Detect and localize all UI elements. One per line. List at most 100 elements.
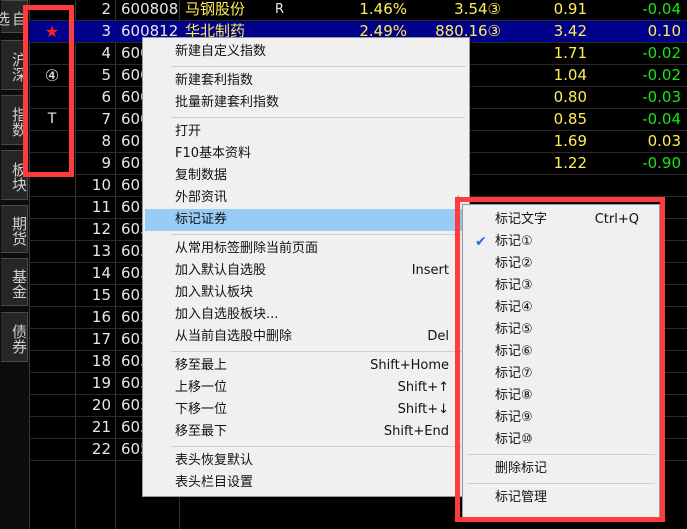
submenu-item[interactable]: 标记⑨ [465, 407, 657, 429]
row-number: 5 [101, 66, 111, 84]
value-cell: 0.91 [553, 0, 587, 18]
menu-item[interactable]: 上移一位 Shift+↑ [145, 377, 467, 399]
menu-item-label: 从常用标签删除当前页面 [175, 241, 319, 256]
tab-0[interactable]: 自选 [0, 0, 28, 33]
menu-item[interactable]: 表头栏目设置 [145, 472, 467, 494]
menu-item[interactable]: 标记证券 › [145, 209, 467, 231]
submenu-item-label: 标记⑤ [495, 322, 533, 337]
submenu-item[interactable]: 标记文字 Ctrl+Q [465, 209, 657, 231]
mark-cell [29, 395, 75, 416]
menu-item[interactable]: 移至最下 Shift+End [145, 421, 467, 443]
menu-item-shortcut: Shift+End [383, 424, 449, 439]
submenu-item[interactable]: 标记管理 [465, 487, 657, 509]
tab-4[interactable]: 期货 [1, 205, 28, 253]
menu-item[interactable]: 新建自定义指数 [145, 41, 467, 63]
row-number: 9 [101, 154, 111, 172]
submenu-item-label: 标记⑦ [495, 366, 533, 381]
menu-item[interactable]: 从常用标签删除当前页面 [145, 238, 467, 260]
tab-2[interactable]: 指数 [1, 95, 28, 145]
row-number: 17 [91, 330, 111, 348]
mark-cell [29, 417, 75, 438]
menu-item-label: 表头恢复默认 [175, 453, 254, 468]
mark-cell [29, 43, 75, 64]
value-cell: 1.69 [553, 132, 587, 150]
value-cell [499, 175, 587, 196]
menu-item-label: 外部资讯 [175, 190, 228, 205]
submenu-item[interactable]: 标记⑦ [465, 363, 657, 385]
menu-item[interactable]: 批量新建套利指数 [145, 92, 467, 114]
row-number: 18 [91, 352, 111, 370]
menu-separator [467, 483, 655, 484]
menu-item-label: 下移一位 [175, 402, 228, 417]
menu-item[interactable]: 加入默认自选股 Insert [145, 260, 467, 282]
submenu-item[interactable]: ✔ 标记① [465, 231, 657, 253]
flag-cell: R [275, 2, 285, 17]
price-cell: 3.54③ [454, 0, 501, 18]
menu-item[interactable]: 加入自选股板块... [145, 304, 467, 326]
menu-item[interactable]: 从当前自选股中删除 Del [145, 326, 467, 348]
menu-item-label: 移至最下 [175, 424, 228, 439]
row-number: 4 [101, 44, 111, 62]
value-cell: 0.80 [553, 88, 587, 106]
mark-cell [29, 131, 75, 152]
submenu-item[interactable]: 标记③ [465, 275, 657, 297]
submenu-item-label: 标记文字 [495, 212, 548, 227]
value-cell: 1.04 [553, 66, 587, 84]
tab-1[interactable]: 沪深 [1, 40, 28, 90]
row-number: 20 [91, 396, 111, 414]
submenu-item-label: 删除标记 [495, 461, 548, 476]
star-mark-icon: ★ [44, 22, 60, 41]
submenu-item[interactable]: 标记⑤ [465, 319, 657, 341]
mark-cell [29, 197, 75, 218]
row-number: 2 [101, 0, 111, 18]
mark-cell [29, 263, 75, 284]
menu-item[interactable]: 移至最上 Shift+Home [145, 355, 467, 377]
context-menu: 新建自定义指数 新建套利指数 批量新建套利指数 打开 F10基本资料复制数据外部资讯 › 标… [142, 37, 470, 497]
menu-item-label: 复制数据 [175, 168, 228, 183]
submenu-item[interactable]: 删除标记 [465, 458, 657, 480]
value-cell: 1.22 [553, 154, 587, 172]
row-number: 3 [101, 22, 111, 40]
submenu-item[interactable]: 标记⑧ [465, 385, 657, 407]
row-number: 13 [91, 242, 111, 260]
menu-item[interactable]: 打开 [145, 121, 467, 143]
row-number: 11 [91, 198, 111, 216]
menu-item[interactable]: 下移一位 Shift+↓ [145, 399, 467, 421]
menu-separator [171, 234, 465, 235]
menu-item[interactable]: 表头恢复默认 [145, 450, 467, 472]
left-tab-bar: 自选沪深 指数 板块期货基金债券 [0, 0, 30, 529]
row-number: 12 [91, 220, 111, 238]
mark-cell [29, 175, 75, 196]
submenu-item-label: 标记② [495, 256, 533, 271]
row-number: 22 [91, 440, 111, 458]
submenu-item[interactable]: 标记④ [465, 297, 657, 319]
table-row[interactable]: 2 600808 马钢股份 R 1.46% 3.54③ 0.91 -0.04 [29, 0, 687, 21]
menu-item-shortcut: Del [427, 329, 449, 344]
change-cell: 0.10 [647, 22, 681, 40]
menu-separator [171, 446, 465, 447]
menu-item[interactable]: 外部资讯 › [145, 187, 467, 209]
tab-3[interactable]: 板块 [1, 150, 28, 200]
submenu-item[interactable]: 标记⑩ [465, 429, 657, 451]
submenu-item-shortcut: Ctrl+Q [594, 212, 639, 227]
submenu-item[interactable]: 标记② [465, 253, 657, 275]
menu-item[interactable]: F10基本资料 [145, 143, 467, 165]
menu-item-label: 加入自选股板块... [175, 307, 279, 322]
menu-item[interactable]: 复制数据 [145, 165, 467, 187]
change-percent: 1.46% [359, 0, 407, 18]
submenu-item-label: 标记⑩ [495, 432, 533, 447]
tab-5[interactable]: 基金 [1, 258, 28, 306]
submenu-item[interactable]: 标记⑥ [465, 341, 657, 363]
tab-6[interactable]: 债券 [1, 312, 28, 362]
change-cell: -0.03 [642, 88, 681, 106]
row-number: 7 [101, 110, 111, 128]
mark-security-submenu: 标记文字 Ctrl+Q ✔ 标记① 标记② 标记③ 标记④ 标记⑤ 标记⑥ 标记⑦ 标记⑧ 标记⑨ 标记… [462, 204, 660, 518]
menu-item[interactable]: 加入默认板块 [145, 282, 467, 304]
menu-item[interactable]: 新建套利指数 [145, 70, 467, 92]
submenu-item-label: 标记⑥ [495, 344, 533, 359]
menu-item-label: 移至最上 [175, 358, 228, 373]
row-number: 15 [91, 286, 111, 304]
menu-item-label: 上移一位 [175, 380, 228, 395]
submenu-arrow-icon: › [456, 191, 461, 204]
mark-cell: ④ [44, 66, 60, 85]
